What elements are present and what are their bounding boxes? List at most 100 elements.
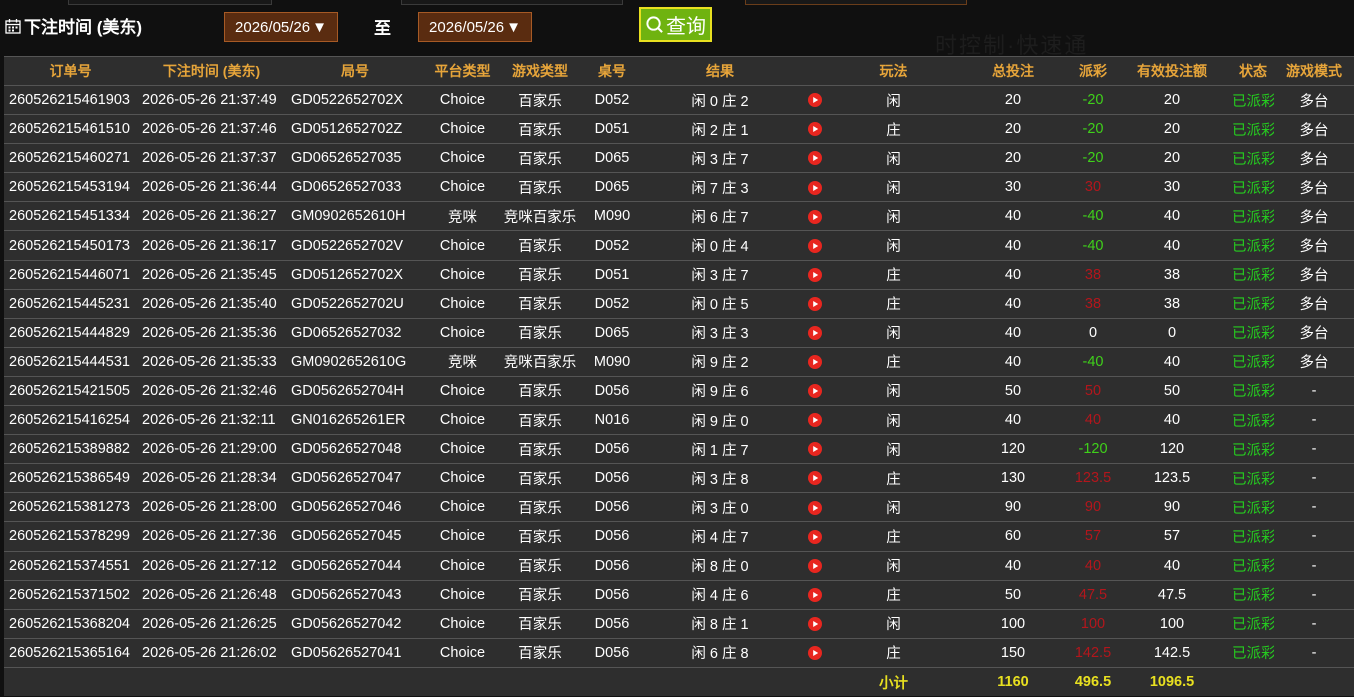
result-cell: 闲 3 庄 8 — [645, 463, 795, 493]
valid-bet-cell: 57 — [1112, 521, 1232, 551]
result-cell: 闲 9 庄 6 — [645, 375, 795, 406]
bet-time-cell: 2026-05-26 21:32:11 — [137, 405, 286, 435]
bet-time-cell: 2026-05-26 21:35:36 — [137, 317, 286, 348]
payout-cell: 40 — [1074, 550, 1112, 581]
header-replay — [795, 56, 835, 86]
play-type-cell: 庄 — [835, 288, 952, 319]
play-video-icon[interactable] — [808, 93, 822, 108]
play-video-icon[interactable] — [808, 558, 822, 573]
start-date-select[interactable]: 2026/05/26 ▼ — [224, 12, 338, 42]
replay-cell[interactable] — [795, 550, 835, 581]
play-video-icon[interactable] — [808, 413, 822, 428]
play-video-icon[interactable] — [808, 587, 822, 602]
play-video-icon[interactable] — [808, 616, 822, 631]
table-row: 260526215416254 2026-05-26 21:32:11 GN0162… — [4, 405, 1354, 435]
valid-bet-cell: 50 — [1112, 375, 1232, 406]
play-video-icon[interactable] — [808, 151, 822, 166]
play-video-icon[interactable] — [808, 238, 822, 253]
replay-cell[interactable] — [795, 637, 835, 668]
game-type-cell: 竞咪百家乐 — [501, 346, 579, 377]
table-row: 260526215374551 2026-05-26 21:27:12 GD0562… — [4, 550, 1354, 581]
subtotal-row: 小计 1160 496.5 1096.5 — [4, 666, 1354, 697]
replay-cell[interactable] — [795, 346, 835, 377]
replay-cell[interactable] — [795, 172, 835, 202]
play-video-icon[interactable] — [808, 442, 822, 457]
replay-cell[interactable] — [795, 230, 835, 261]
replay-cell[interactable] — [795, 375, 835, 406]
play-video-icon[interactable] — [808, 529, 822, 544]
table-row: 260526215451334 2026-05-26 21:36:27 GM0902… — [4, 201, 1354, 231]
replay-cell[interactable] — [795, 317, 835, 348]
total-bet-cell: 90 — [952, 492, 1074, 522]
table-row: 260526215386549 2026-05-26 21:28:34 GD0562… — [4, 463, 1354, 493]
round-id-cell: GM0902652610H — [286, 201, 424, 231]
play-type-cell: 庄 — [835, 463, 952, 493]
table-no-cell: D065 — [579, 317, 645, 348]
play-video-icon[interactable] — [808, 355, 822, 370]
total-bet-cell: 40 — [952, 346, 1074, 377]
bet-time-cell: 2026-05-26 21:32:46 — [137, 375, 286, 406]
total-bet-cell: 20 — [952, 143, 1074, 173]
replay-cell[interactable] — [795, 84, 835, 115]
end-date-select[interactable]: 2026/05/26 ▼ — [418, 12, 532, 42]
round-id-cell: GD06526527033 — [286, 172, 424, 202]
replay-cell[interactable] — [795, 201, 835, 231]
play-video-icon[interactable] — [808, 646, 822, 660]
replay-cell[interactable] — [795, 521, 835, 551]
payout-cell: 38 — [1074, 259, 1112, 290]
play-video-icon[interactable] — [808, 296, 822, 311]
play-video-icon[interactable] — [808, 384, 822, 399]
game-type-cell: 百家乐 — [501, 405, 579, 435]
play-video-icon[interactable] — [808, 267, 822, 282]
payout-cell: 50 — [1074, 375, 1112, 406]
replay-cell[interactable] — [795, 434, 835, 464]
game-type-cell: 百家乐 — [501, 288, 579, 319]
time-filter-label: 下注时间 (美东) — [5, 13, 142, 38]
play-video-icon[interactable] — [808, 325, 822, 340]
play-video-icon[interactable] — [808, 209, 822, 224]
valid-bet-cell: 0 — [1112, 317, 1232, 348]
replay-cell[interactable] — [795, 579, 835, 610]
play-video-icon[interactable] — [808, 500, 822, 515]
play-type-cell: 庄 — [835, 521, 952, 551]
valid-bet-cell: 40 — [1112, 550, 1232, 581]
replay-cell[interactable] — [795, 405, 835, 435]
play-type-cell: 闲 — [835, 172, 952, 202]
valid-bet-cell: 40 — [1112, 346, 1232, 377]
game-type-cell: 百家乐 — [501, 172, 579, 202]
result-cell: 闲 8 庄 1 — [645, 608, 795, 639]
search-button[interactable]: 查询 — [639, 7, 712, 42]
total-bet-cell: 50 — [952, 579, 1074, 610]
round-id-cell: GM0902652610G — [286, 346, 424, 377]
platform-cell: Choice — [424, 84, 501, 115]
replay-cell[interactable] — [795, 492, 835, 522]
status-cell: 已派彩 — [1232, 172, 1274, 202]
filter-bar: 时控制·快速通 下注时间 (美东) 2026/05/26 ▼ 至 2026/05… — [0, 0, 1354, 58]
replay-cell[interactable] — [795, 608, 835, 639]
game-type-cell: 百家乐 — [501, 84, 579, 115]
table-no-cell: D056 — [579, 637, 645, 668]
bet-time-cell: 2026-05-26 21:37:37 — [137, 143, 286, 173]
result-cell: 闲 3 庄 0 — [645, 492, 795, 522]
game-mode-cell: - — [1274, 375, 1354, 406]
replay-cell[interactable] — [795, 288, 835, 319]
play-video-icon[interactable] — [808, 471, 822, 486]
header-status: 状态 — [1232, 56, 1274, 86]
replay-cell[interactable] — [795, 259, 835, 290]
play-type-cell: 闲 — [835, 492, 952, 522]
header-result: 结果 — [645, 56, 795, 86]
table-no-cell: D051 — [579, 259, 645, 290]
replay-cell[interactable] — [795, 463, 835, 493]
total-bet-cell: 40 — [952, 317, 1074, 348]
play-video-icon[interactable] — [808, 122, 822, 137]
replay-cell[interactable] — [795, 143, 835, 173]
status-cell: 已派彩 — [1232, 201, 1274, 231]
table-row: 260526215444531 2026-05-26 21:35:33 GM0902… — [4, 346, 1354, 377]
table-no-cell: D052 — [579, 84, 645, 115]
order-id-cell: 260526215461510 — [4, 114, 137, 144]
play-type-cell: 闲 — [835, 201, 952, 231]
end-date-value: 2026/05/26 — [429, 18, 505, 36]
play-video-icon[interactable] — [808, 180, 822, 195]
subtotal-valid-bet: 1096.5 — [1112, 666, 1232, 697]
replay-cell[interactable] — [795, 114, 835, 144]
